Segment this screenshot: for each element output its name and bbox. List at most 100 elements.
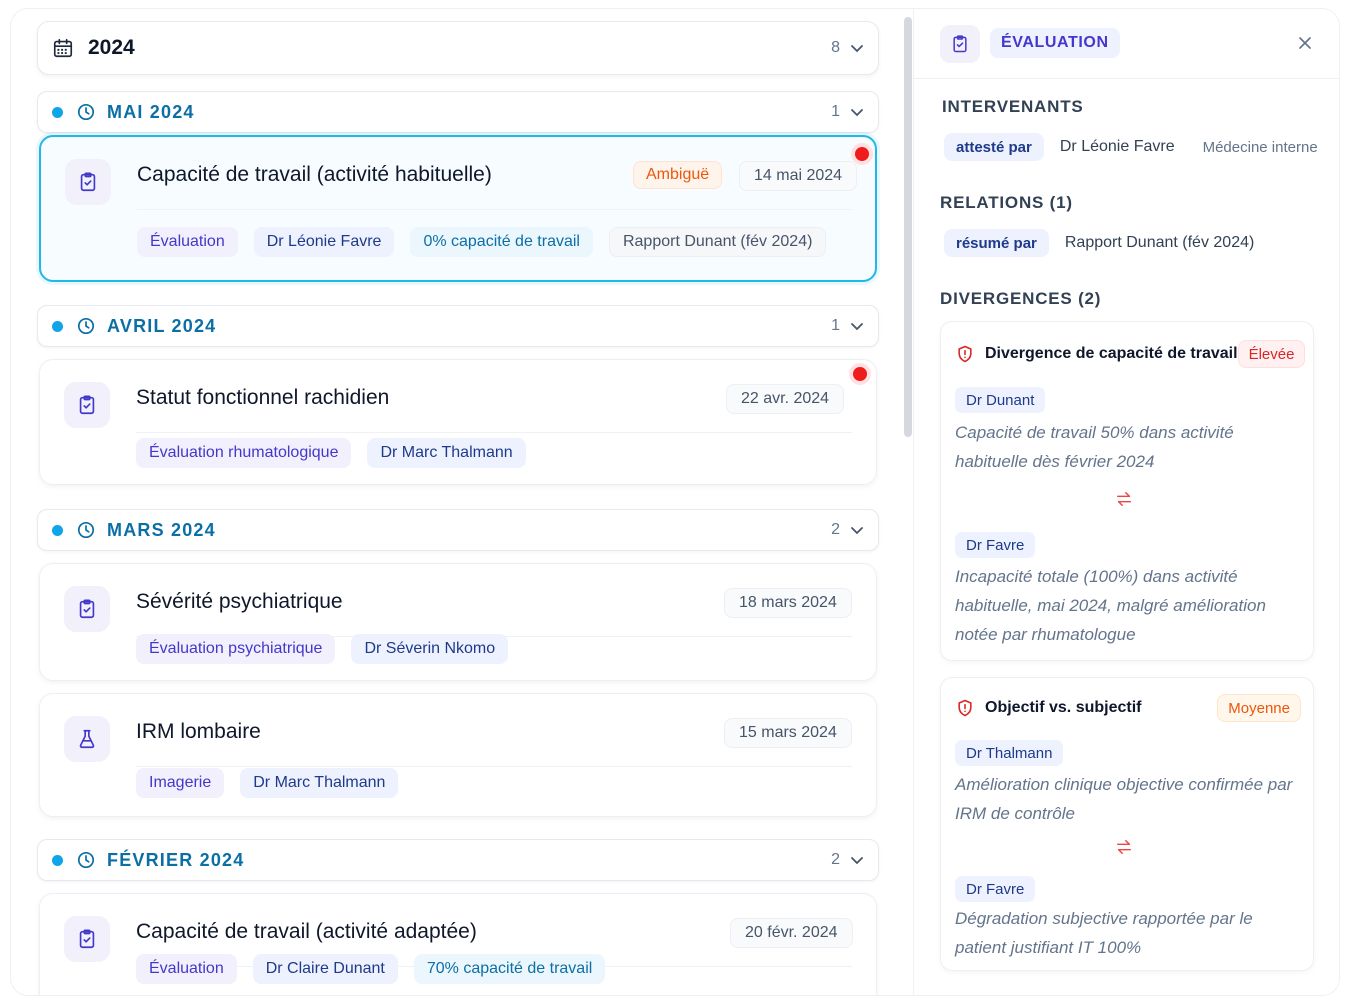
calendar-icon [52, 37, 74, 59]
clipboard-check-icon [940, 25, 980, 63]
month-header-avril-2024[interactable]: AVRIL 2024 1 [37, 305, 879, 347]
month-dot [52, 320, 63, 332]
divergence-title: Objectif vs. subjectif [985, 699, 1142, 716]
card-title: IRM lombaire [136, 720, 261, 743]
source-doctor-pill[interactable]: Dr Thalmann [955, 740, 1064, 766]
source-doctor-pill[interactable]: Dr Dunant [955, 387, 1046, 413]
panel-header: ÉVALUATION [914, 9, 1339, 79]
shield-alert-icon [955, 344, 975, 364]
panel-title: ÉVALUATION [990, 28, 1120, 58]
section-relations: RELATIONS (1) [940, 193, 1073, 212]
intervenant-row[interactable]: attesté par Dr Léonie Favre Médecine int… [944, 133, 1318, 161]
relation-row[interactable]: résumé par Rapport Dunant (fév 2024) [944, 229, 1254, 257]
source-statement: Amélioration clinique objective confirmé… [955, 775, 1293, 823]
source-statement: Dégradation subjective rapportée par le … [955, 909, 1253, 957]
tag-doctor[interactable]: Dr Marc Thalmann [240, 768, 399, 798]
clipboard-check-icon [64, 586, 110, 632]
relation-pill: attesté par [944, 133, 1044, 161]
relation-name[interactable]: Rapport Dunant (fév 2024) [1065, 234, 1254, 252]
tag-type[interactable]: Évaluation [137, 227, 238, 257]
month-count: 1 [831, 317, 840, 334]
tag-type[interactable]: Évaluation psychiatrique [136, 634, 336, 664]
chevron-down-icon[interactable] [850, 853, 864, 867]
tag-doctor[interactable]: Dr Léonie Favre [253, 227, 395, 257]
timeline-card-statut-rachidien[interactable]: Statut fonctionnel rachidien 22 avr. 202… [39, 359, 877, 485]
divider [136, 766, 852, 767]
divergence-header: Objectif vs. subjectif Moyenne [955, 694, 1301, 722]
source-doctor-pill[interactable]: Dr Favre [955, 532, 1036, 558]
card-date: 14 mai 2024 [739, 161, 858, 191]
chevron-down-icon[interactable] [850, 105, 864, 119]
card-tags: Évaluation Dr Léonie Favre 0% capacité d… [137, 227, 827, 257]
tag-doctor[interactable]: Dr Claire Dunant [252, 954, 398, 984]
section-divergences: DIVERGENCES (2) [940, 289, 1102, 308]
divergence-header: Divergence de capacité de travail Élevée [955, 340, 1306, 368]
month-label: MARS 2024 [107, 519, 216, 540]
timeline-card-capacite-habituelle[interactable]: Capacité de travail (activité habituelle… [39, 135, 877, 282]
card-tags: Imagerie Dr Marc Thalmann [136, 768, 399, 798]
month-dot [52, 854, 63, 866]
divergence-card[interactable]: Objectif vs. subjectif Moyenne Dr Thalma… [940, 677, 1314, 971]
severity-badge: Élevée [1237, 340, 1306, 368]
divider [136, 432, 852, 433]
card-date: 22 avr. 2024 [726, 384, 845, 414]
ambiguity-badge: Ambiguë [633, 161, 723, 189]
clipboard-check-icon [64, 916, 110, 962]
alert-indicator [849, 363, 871, 385]
tag-source[interactable]: Rapport Dunant (fév 2024) [608, 227, 827, 257]
chevron-down-icon[interactable] [850, 41, 864, 55]
clipboard-check-icon [65, 159, 111, 205]
card-tags: Évaluation rhumatologique Dr Marc Thalma… [136, 438, 526, 468]
intervenant-name[interactable]: Dr Léonie Favre [1060, 138, 1175, 156]
alert-indicator [851, 143, 873, 165]
card-title: Capacité de travail (activité adaptée) [136, 920, 477, 943]
divider [137, 209, 851, 210]
timeline-card-severite-psychiatrique[interactable]: Sévérité psychiatrique 18 mars 2024 Éval… [39, 563, 877, 681]
month-count: 2 [831, 851, 840, 868]
timeline-panel: 2024 8 MAI 2024 1 Capacité de travail (a… [11, 9, 901, 995]
card-date: 20 févr. 2024 [730, 918, 853, 948]
card-title: Sévérité psychiatrique [136, 590, 343, 613]
month-label: FÉVRIER 2024 [107, 849, 245, 870]
severity-badge: Moyenne [1217, 694, 1301, 722]
tag-type[interactable]: Imagerie [136, 768, 225, 798]
month-dot [52, 524, 63, 536]
tag-doctor[interactable]: Dr Marc Thalmann [367, 438, 526, 468]
tag-doctor[interactable]: Dr Séverin Nkomo [351, 634, 509, 664]
month-label: AVRIL 2024 [107, 315, 217, 336]
card-tags: Évaluation Dr Claire Dunant 70% capacité… [136, 954, 606, 984]
swap-arrows-icon [1113, 836, 1135, 858]
month-count: 1 [831, 103, 840, 120]
timeline-card-capacite-adaptee[interactable]: Capacité de travail (activité adaptée) 2… [39, 893, 877, 995]
month-header-mai-2024[interactable]: MAI 2024 1 [37, 91, 879, 133]
tag-type[interactable]: Évaluation [136, 954, 237, 984]
month-header-fevrier-2024[interactable]: FÉVRIER 2024 2 [37, 839, 879, 881]
intervenant-specialty: Médecine interne [1202, 138, 1318, 156]
scrollbar-thumb[interactable] [904, 17, 912, 437]
tag-capacity[interactable]: 70% capacité de travail [413, 954, 606, 984]
year-title: 2024 [88, 36, 135, 59]
year-header[interactable]: 2024 8 [37, 21, 879, 75]
clock-icon [77, 103, 95, 121]
detail-panel: ÉVALUATION INTERVENANTS attesté par Dr L… [913, 9, 1339, 995]
tag-type[interactable]: Évaluation rhumatologique [136, 438, 352, 468]
close-icon[interactable] [1295, 33, 1315, 53]
clock-icon [77, 521, 95, 539]
chevron-down-icon[interactable] [850, 523, 864, 537]
year-count: 8 [831, 39, 840, 56]
month-header-mars-2024[interactable]: MARS 2024 2 [37, 509, 879, 551]
divergence-title: Divergence de capacité de travail [985, 345, 1238, 362]
app-frame: 2024 8 MAI 2024 1 Capacité de travail (a… [10, 8, 1340, 996]
source-doctor-pill[interactable]: Dr Favre [955, 876, 1036, 902]
tag-capacity[interactable]: 0% capacité de travail [410, 227, 593, 257]
card-title: Statut fonctionnel rachidien [136, 386, 390, 409]
source-statement: Capacité de travail 50% dans activité ha… [955, 423, 1234, 471]
swap-arrows-icon [1113, 488, 1135, 510]
month-dot [52, 106, 63, 118]
card-title: Capacité de travail (activité habituelle… [137, 163, 492, 186]
clipboard-check-icon [64, 382, 110, 428]
divergence-card[interactable]: Divergence de capacité de travail Élevée… [940, 321, 1314, 661]
timeline-card-irm-lombaire[interactable]: IRM lombaire 15 mars 2024 Imagerie Dr Ma… [39, 693, 877, 817]
chevron-down-icon[interactable] [850, 319, 864, 333]
card-date: 15 mars 2024 [724, 718, 852, 748]
